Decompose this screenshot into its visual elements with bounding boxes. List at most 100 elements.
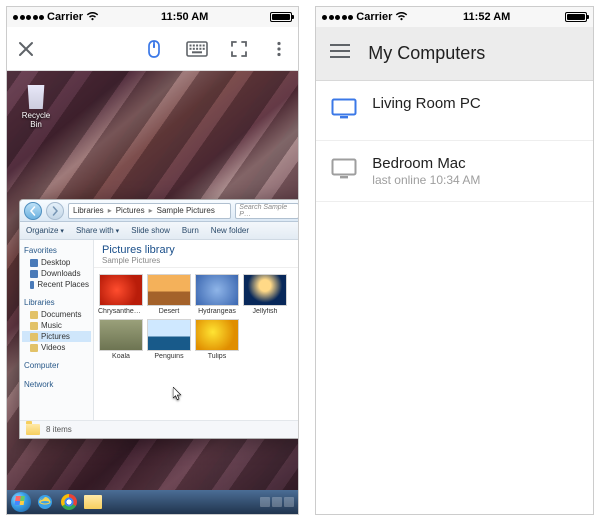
computer-list: Living Room PC Bedroom Mac last online 1… bbox=[316, 81, 593, 202]
recycle-bin-icon bbox=[23, 79, 49, 109]
status-time: 11:50 AM bbox=[161, 11, 208, 23]
phone-left-remote-session: Carrier 11:50 AM bbox=[6, 6, 299, 515]
wifi-icon bbox=[395, 11, 408, 24]
computer-row[interactable]: Bedroom Mac last online 10:34 AM bbox=[316, 141, 593, 202]
chevron-right-icon: ▸ bbox=[149, 206, 153, 215]
sidebar-group-computer[interactable]: Computer bbox=[24, 361, 91, 370]
explorer-status-bar: 8 items bbox=[20, 420, 298, 438]
thumbnail-label: Hydrangeas bbox=[194, 308, 240, 315]
wifi-icon bbox=[86, 11, 99, 24]
app-header: My Computers bbox=[316, 27, 593, 81]
new-folder-button[interactable]: New folder bbox=[211, 226, 249, 235]
sidebar-group-favorites[interactable]: Favorites bbox=[24, 246, 91, 255]
picture-thumbnail[interactable]: Desert bbox=[146, 274, 192, 315]
taskbar-explorer-button[interactable] bbox=[83, 492, 103, 512]
fullscreen-icon[interactable] bbox=[230, 40, 248, 58]
carrier-label: Carrier bbox=[356, 11, 392, 23]
picture-thumbnail[interactable]: Tulips bbox=[194, 319, 240, 360]
battery-icon bbox=[565, 12, 587, 22]
close-icon[interactable] bbox=[17, 40, 35, 58]
thumbnail-label: Koala bbox=[98, 353, 144, 360]
breadcrumb-seg[interactable]: Libraries bbox=[73, 206, 104, 215]
thumbnail-label: Chrysanthemum bbox=[98, 308, 144, 315]
folder-icon bbox=[26, 424, 40, 435]
thumbnail-image bbox=[99, 319, 143, 351]
thumbnail-image bbox=[99, 274, 143, 306]
breadcrumb[interactable]: Libraries ▸ Pictures ▸ Sample Pictures bbox=[68, 203, 231, 219]
sidebar-item-documents[interactable]: Documents bbox=[22, 309, 91, 320]
taskbar-system-tray[interactable] bbox=[260, 497, 294, 507]
taskbar-chrome-button[interactable] bbox=[59, 492, 79, 512]
mouse-icon[interactable] bbox=[144, 39, 164, 59]
picture-thumbnail[interactable]: Hydrangeas bbox=[194, 274, 240, 315]
thumbnail-image bbox=[195, 274, 239, 306]
breadcrumb-seg[interactable]: Sample Pictures bbox=[157, 206, 215, 215]
more-vert-icon[interactable] bbox=[270, 40, 288, 58]
folder-icon bbox=[84, 495, 102, 509]
taskbar-ie-button[interactable] bbox=[35, 492, 55, 512]
thumbnail-image bbox=[147, 319, 191, 351]
explorer-titlebar[interactable]: Libraries ▸ Pictures ▸ Sample Pictures S… bbox=[20, 200, 298, 222]
computer-name: Bedroom Mac bbox=[372, 155, 480, 172]
menu-icon[interactable] bbox=[330, 44, 350, 63]
sidebar-item-music[interactable]: Music bbox=[22, 320, 91, 331]
computer-row[interactable]: Living Room PC bbox=[316, 81, 593, 141]
recycle-bin-label: Recycle Bin bbox=[22, 111, 50, 129]
thumbnail-image bbox=[147, 274, 191, 306]
breadcrumb-seg[interactable]: Pictures bbox=[116, 206, 145, 215]
carrier-label: Carrier bbox=[47, 11, 83, 23]
sidebar-item-downloads[interactable]: Downloads bbox=[22, 268, 91, 279]
explorer-content-pane: Pictures library Sample Pictures Chrysan… bbox=[94, 240, 298, 420]
explorer-window[interactable]: Libraries ▸ Pictures ▸ Sample Pictures S… bbox=[19, 199, 298, 439]
windows-taskbar[interactable] bbox=[7, 490, 298, 514]
battery-icon bbox=[270, 12, 292, 22]
status-item-count: 8 items bbox=[46, 425, 72, 434]
thumbnail-image bbox=[243, 274, 287, 306]
chrome-icon bbox=[61, 494, 77, 510]
ios-status-bar: Carrier 11:52 AM bbox=[316, 7, 593, 27]
library-subtitle: Sample Pictures bbox=[102, 256, 295, 265]
thumbnail-image bbox=[195, 319, 239, 351]
back-button[interactable] bbox=[24, 202, 42, 220]
picture-thumbnail[interactable]: Jellyfish bbox=[242, 274, 288, 315]
sidebar-item-desktop[interactable]: Desktop bbox=[22, 257, 91, 268]
burn-button[interactable]: Burn bbox=[182, 226, 199, 235]
thumbnail-label: Tulips bbox=[194, 353, 240, 360]
explorer-command-bar: Organize Share with Slide show Burn New … bbox=[20, 222, 298, 240]
explorer-search-input[interactable]: Search Sample P… bbox=[235, 203, 298, 219]
chevron-right-icon: ▸ bbox=[108, 206, 112, 215]
status-time: 11:52 AM bbox=[463, 11, 510, 23]
picture-thumbnail[interactable]: Koala bbox=[98, 319, 144, 360]
share-with-menu[interactable]: Share with bbox=[76, 226, 119, 235]
thumbnail-label: Jellyfish bbox=[242, 308, 288, 315]
slideshow-button[interactable]: Slide show bbox=[131, 226, 170, 235]
organize-menu[interactable]: Organize bbox=[26, 226, 64, 235]
library-header: Pictures library Sample Pictures bbox=[94, 240, 298, 268]
explorer-nav-pane: Favorites Desktop Downloads Recent Place… bbox=[20, 240, 94, 420]
picture-thumbnail[interactable]: Penguins bbox=[146, 319, 192, 360]
ios-status-bar: Carrier 11:50 AM bbox=[7, 7, 298, 27]
sidebar-item-pictures[interactable]: Pictures bbox=[22, 331, 91, 342]
signal-dots-icon bbox=[322, 15, 353, 20]
picture-thumbnail[interactable]: Chrysanthemum bbox=[98, 274, 144, 315]
thumbnail-label: Penguins bbox=[146, 353, 192, 360]
keyboard-icon[interactable] bbox=[186, 41, 208, 57]
windows-logo-icon bbox=[11, 492, 31, 512]
sidebar-group-network[interactable]: Network bbox=[24, 380, 91, 389]
forward-button[interactable] bbox=[46, 202, 64, 220]
computer-name: Living Room PC bbox=[372, 95, 480, 112]
desktop-recycle-bin[interactable]: Recycle Bin bbox=[15, 79, 57, 129]
start-button[interactable] bbox=[11, 492, 31, 512]
library-title: Pictures library bbox=[102, 244, 295, 256]
sidebar-group-libraries[interactable]: Libraries bbox=[24, 298, 91, 307]
thumbnail-grid: ChrysanthemumDesertHydrangeasJellyfish Ko… bbox=[94, 268, 298, 420]
ie-icon bbox=[37, 494, 53, 510]
thumbnail-label: Desert bbox=[146, 308, 192, 315]
computer-subtitle: last online 10:34 AM bbox=[372, 173, 480, 187]
monitor-icon bbox=[330, 157, 358, 186]
remote-desktop-view[interactable]: Recycle Bin Libraries ▸ Pictures ▸ bbox=[7, 71, 298, 514]
monitor-icon bbox=[330, 97, 358, 126]
sidebar-item-recent-places[interactable]: Recent Places bbox=[22, 279, 91, 290]
sidebar-item-videos[interactable]: Videos bbox=[22, 342, 91, 353]
signal-dots-icon bbox=[13, 15, 44, 20]
